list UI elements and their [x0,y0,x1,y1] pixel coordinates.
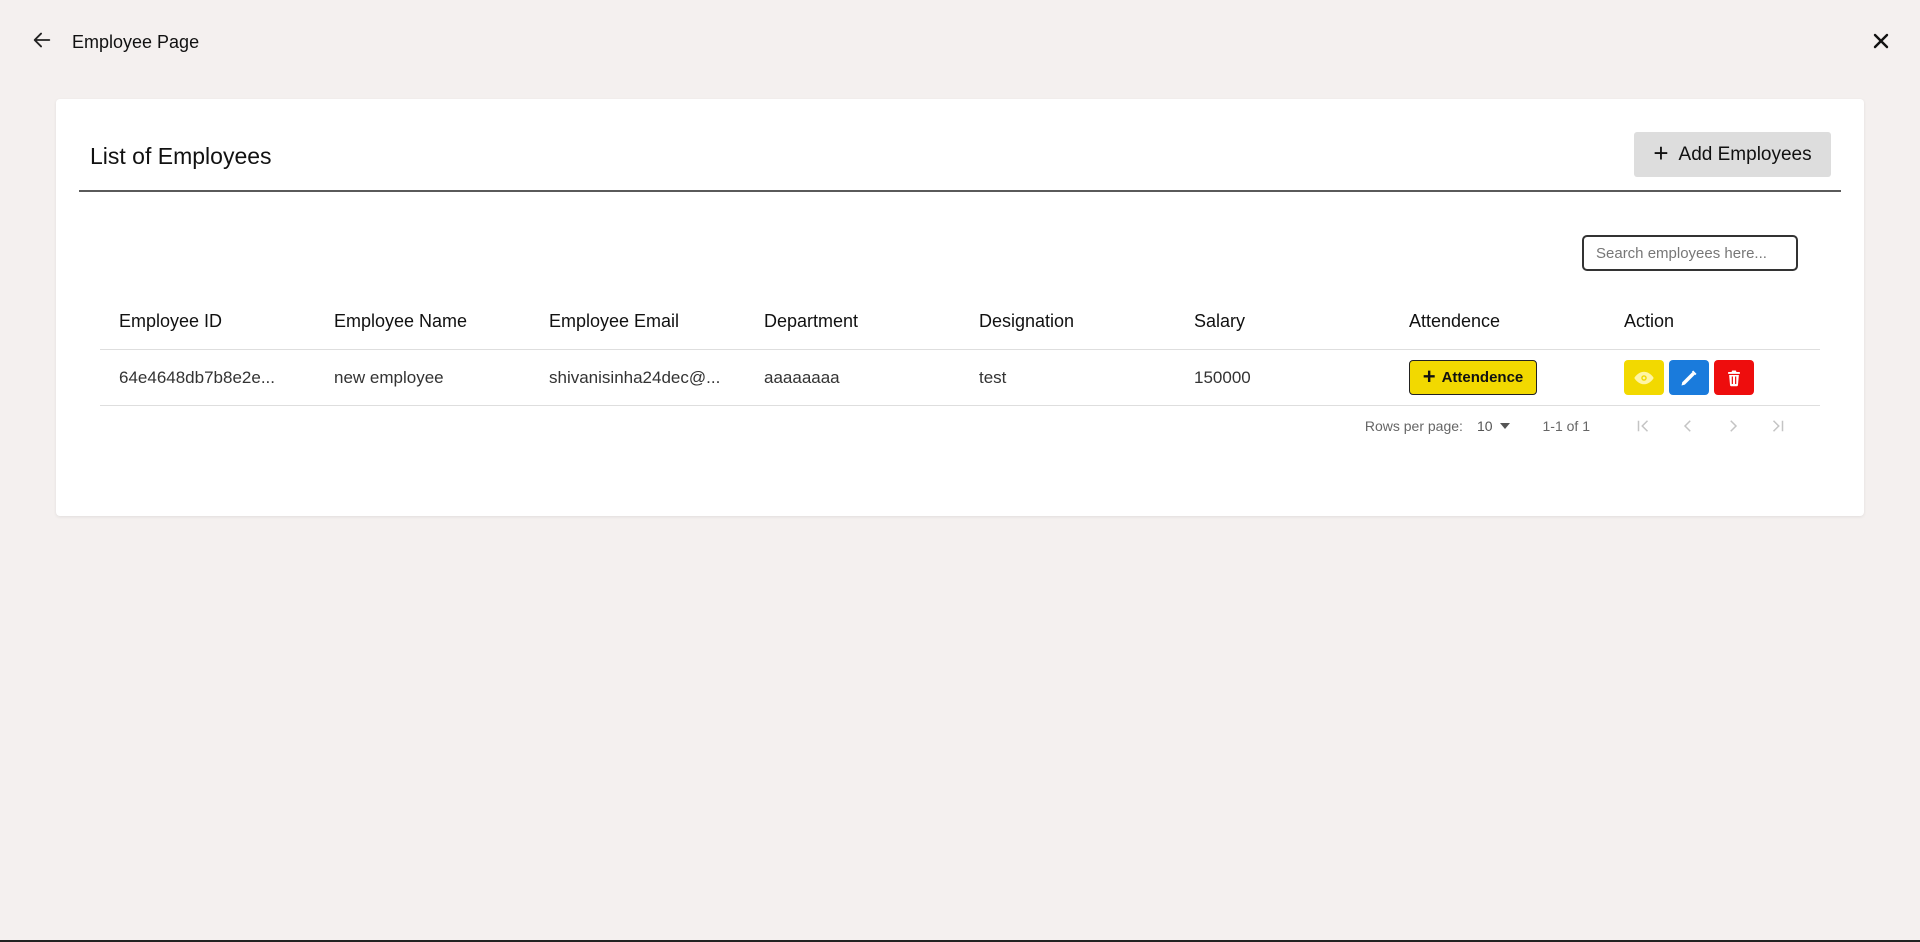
employee-page: Employee Page List of Employees + Add Em… [0,0,1920,942]
employees-card: List of Employees + Add Employees Employ… [56,99,1864,516]
first-page-button[interactable] [1620,411,1665,441]
chevron-left-icon [1683,420,1691,432]
action-buttons [1624,360,1820,395]
attendence-cell: + Attendence [1390,360,1605,395]
plus-icon: + [1653,138,1669,168]
plus-icon: + [1422,363,1436,389]
column-header: Employee Email [549,311,680,331]
add-employees-button[interactable]: + Add Employees [1634,132,1831,177]
last-page-icon [1772,420,1783,432]
close-button[interactable] [1868,28,1894,54]
eye-icon [1634,371,1654,384]
employee-email-cell: shivanisinha24dec@... [549,367,721,387]
table-header-row: Employee ID Employee Name Employee Email… [100,294,1820,350]
rows-per-page-select[interactable]: 10 [1477,418,1511,434]
employee-id-cell: 64e4648db7b8e2e... [119,367,275,387]
designation-cell: test [979,367,1007,387]
view-button[interactable] [1624,360,1664,395]
chevron-right-icon [1729,420,1737,432]
attendence-button[interactable]: + Attendence [1409,360,1537,395]
salary-cell: 150000 [1194,367,1251,387]
delete-button[interactable] [1714,360,1754,395]
card-title: List of Employees [90,143,272,169]
rows-per-page-label: Rows per page: [1364,418,1463,434]
column-header: Attendence [1409,311,1501,331]
pencil-icon [1681,370,1697,385]
arrow-left-icon [33,32,51,48]
pagination: Rows per page: 10 1-1 of 1 [1365,411,1800,441]
column-header: Action [1624,311,1675,331]
column-header: Employee ID [119,311,223,331]
column-header: Salary [1194,311,1246,331]
page-title: Employee Page [72,32,200,52]
previous-page-button[interactable] [1665,411,1710,441]
column-header: Employee Name [334,311,468,331]
attendence-button-label: Attendence [1441,369,1524,386]
add-employees-label: Add Employees [1678,143,1812,165]
employee-name-cell: new employee [334,367,444,387]
edit-button[interactable] [1669,360,1709,395]
last-page-button[interactable] [1755,411,1800,441]
trash-icon [1728,370,1740,386]
caret-down-icon [1499,423,1510,429]
rows-per-page-value: 10 [1476,418,1493,434]
table-row: 64e4648db7b8e2e... new employee shivanis… [100,350,1820,406]
card-header: List of Employees + Add Employees [79,99,1841,192]
top-bar: Employee Page [0,0,1920,84]
first-page-icon [1637,420,1648,432]
search-input[interactable] [1582,235,1798,271]
column-header: Designation [979,311,1075,331]
back-button[interactable] [28,26,56,54]
action-cell [1605,360,1820,395]
employees-table: Employee ID Employee Name Employee Email… [100,294,1820,406]
close-icon [1873,33,1889,49]
page-range: 1-1 of 1 [1542,418,1590,434]
department-cell: aaaaaaaa [764,367,840,387]
next-page-button[interactable] [1710,411,1755,441]
column-header: Department [764,311,859,331]
